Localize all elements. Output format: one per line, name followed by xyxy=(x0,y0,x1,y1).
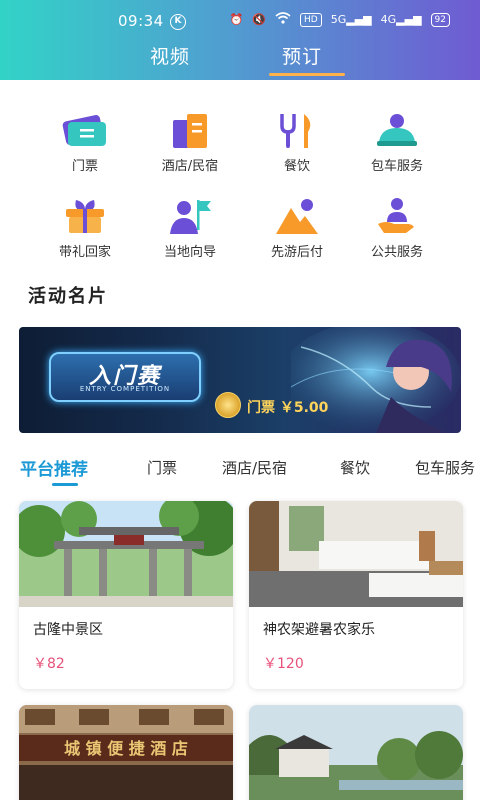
signal-4g-label: 4G xyxy=(380,13,397,26)
card-photo-shennongjia xyxy=(249,501,463,607)
signal-5g-icon: 5G▂▄▆ xyxy=(330,13,372,26)
banner-character-art xyxy=(291,327,461,433)
service-public[interactable]: 公共服务 xyxy=(337,196,457,260)
top-tabs: 视频 预订 xyxy=(0,42,480,80)
status-icons: ⏰ 🔇 HD 5G▂▄▆ 4G▂▄▆ 92 xyxy=(230,12,450,27)
service-label: 当地向导 xyxy=(163,245,216,260)
service-label: 酒店/民宿 xyxy=(161,159,219,174)
product-card[interactable]: 神农架避暑农家乐 ￥120 xyxy=(249,501,463,689)
tab-dining[interactable]: 餐饮 xyxy=(340,457,370,478)
service-hotel[interactable]: 酒店/民宿 xyxy=(130,110,250,174)
mute-icon: 🔇 xyxy=(252,13,266,26)
gift-icon xyxy=(66,200,104,233)
tab-platform-recommend[interactable]: 平台推荐 xyxy=(20,455,88,480)
dining-icon xyxy=(280,114,311,148)
card-photo-gulongzhong xyxy=(19,501,233,607)
signal-5g-label: 5G xyxy=(330,13,347,26)
product-card[interactable]: 古隆中景区 ￥82 xyxy=(19,501,233,689)
service-label: 公共服务 xyxy=(370,245,423,260)
active-category-indicator xyxy=(52,483,78,486)
coin-icon xyxy=(215,392,241,418)
entry-competition-plate: 入门赛 ENTRY COMPETITION xyxy=(49,352,201,402)
service-label: 带礼回家 xyxy=(58,245,111,260)
service-charter-car[interactable]: 包车服务 xyxy=(337,110,457,174)
product-card[interactable] xyxy=(249,705,463,800)
ticket-icon xyxy=(62,115,106,146)
card-price: ￥82 xyxy=(33,656,65,672)
battery-icon: 92 xyxy=(430,12,450,27)
hotel-icon xyxy=(173,114,207,148)
product-card[interactable]: 城 镇 便 捷 酒 店 xyxy=(19,705,233,800)
app-header: 09:34 K ⏰ 🔇 HD 5G▂▄▆ 4G▂▄▆ 92 视频 预订 xyxy=(0,0,480,80)
section-title: 活动名片 xyxy=(28,286,108,307)
service-guide[interactable]: 当地向导 xyxy=(130,196,250,260)
activity-banner[interactable]: 入门赛 ENTRY COMPETITION 门票 ￥5.00 xyxy=(19,327,461,433)
status-time: 09:34 xyxy=(118,12,164,30)
alarm-icon: ⏰ xyxy=(229,13,244,26)
service-label: 门票 xyxy=(71,159,98,174)
k-badge-icon: K xyxy=(170,14,186,30)
tab-charter-car[interactable]: 包车服务 xyxy=(415,457,475,478)
tab-booking[interactable]: 预订 xyxy=(282,42,322,69)
service-ticket[interactable]: 门票 xyxy=(25,110,145,174)
tab-video[interactable]: 视频 xyxy=(150,42,190,69)
service-label: 包车服务 xyxy=(370,159,423,174)
card-title: 神农架避暑农家乐 xyxy=(263,622,375,638)
card-photo-hotel: 城 镇 便 捷 酒 店 xyxy=(19,705,233,800)
status-bar: 09:34 K ⏰ 🔇 HD 5G▂▄▆ 4G▂▄▆ 92 xyxy=(0,12,480,34)
charter-car-icon xyxy=(377,114,417,146)
card-title: 古隆中景区 xyxy=(33,622,103,638)
wifi-icon xyxy=(275,12,291,27)
hotel-sign-text: 城 镇 便 捷 酒 店 xyxy=(64,739,188,758)
hd-badge: HD xyxy=(300,12,322,27)
service-gift[interactable]: 带礼回家 xyxy=(25,196,145,260)
tab-hotels[interactable]: 酒店/民宿 xyxy=(222,457,287,478)
signal-4g-icon: 4G▂▄▆ xyxy=(380,13,422,26)
tab-tickets[interactable]: 门票 xyxy=(147,457,177,478)
banner-price: 门票 ￥5.00 xyxy=(247,400,329,416)
guide-icon xyxy=(170,200,211,234)
category-tabs: 平台推荐 门票 酒店/民宿 餐饮 包车服务 xyxy=(0,455,480,495)
public-service-icon xyxy=(378,198,414,233)
card-price: ￥120 xyxy=(263,656,304,672)
active-tab-indicator xyxy=(269,73,345,76)
card-photo-village xyxy=(249,705,463,800)
banner-subtitle: ENTRY COMPETITION xyxy=(79,385,171,393)
mountain-icon xyxy=(276,199,318,234)
